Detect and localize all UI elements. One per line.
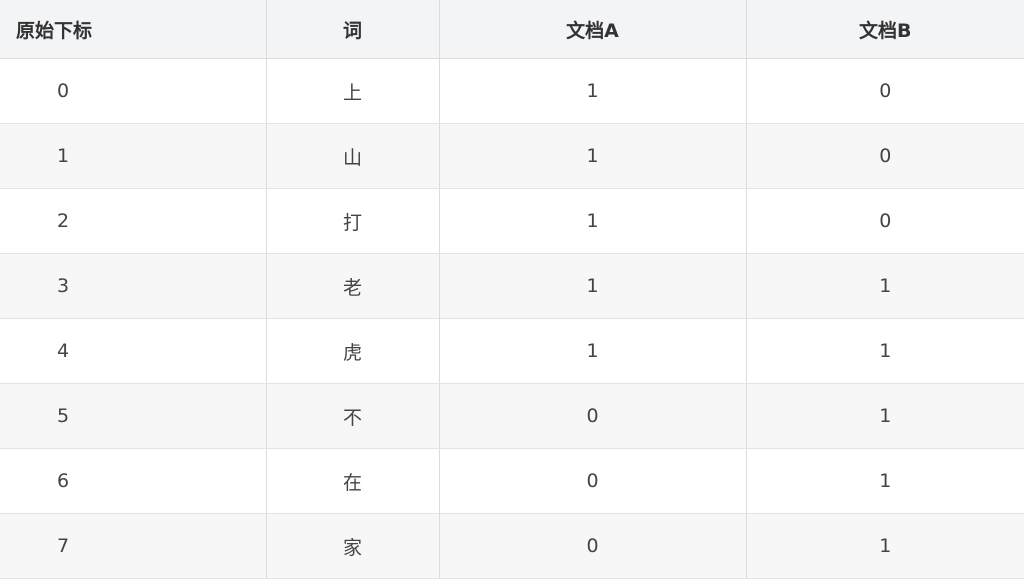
header-doc-a: 文档A <box>439 0 747 59</box>
cell-word: 不 <box>266 383 440 449</box>
cell-doc-a: 1 <box>439 123 747 189</box>
cell-doc-b: 1 <box>746 253 1024 319</box>
cell-index: 4 <box>0 318 267 384</box>
cell-index: 7 <box>0 513 267 579</box>
cell-word: 虎 <box>266 318 440 384</box>
vocabulary-table: 原始下标 词 文档A 文档B 0 上 1 0 1 山 1 0 2 打 1 0 3… <box>0 0 1024 579</box>
cell-word: 山 <box>266 123 440 189</box>
cell-doc-b: 0 <box>746 188 1024 254</box>
cell-doc-b: 0 <box>746 123 1024 189</box>
cell-doc-b: 1 <box>746 383 1024 449</box>
cell-doc-a: 1 <box>439 318 747 384</box>
cell-index: 6 <box>0 448 267 514</box>
table-row: 7 家 0 1 <box>0 513 1024 579</box>
table-row: 6 在 0 1 <box>0 448 1024 514</box>
table-row: 5 不 0 1 <box>0 383 1024 449</box>
table-body: 0 上 1 0 1 山 1 0 2 打 1 0 3 老 1 1 4 虎 1 1 <box>0 58 1024 579</box>
cell-doc-a: 1 <box>439 188 747 254</box>
cell-doc-b: 1 <box>746 448 1024 514</box>
cell-index: 2 <box>0 188 267 254</box>
cell-word: 老 <box>266 253 440 319</box>
cell-index: 1 <box>0 123 267 189</box>
cell-doc-b: 1 <box>746 513 1024 579</box>
cell-index: 3 <box>0 253 267 319</box>
cell-doc-a: 1 <box>439 253 747 319</box>
cell-doc-b: 1 <box>746 318 1024 384</box>
cell-word: 在 <box>266 448 440 514</box>
table-row: 3 老 1 1 <box>0 253 1024 319</box>
table-row: 0 上 1 0 <box>0 58 1024 124</box>
cell-word: 打 <box>266 188 440 254</box>
cell-index: 0 <box>0 58 267 124</box>
header-doc-b: 文档B <box>746 0 1024 59</box>
table-header: 原始下标 词 文档A 文档B <box>0 0 1024 59</box>
cell-doc-a: 1 <box>439 58 747 124</box>
header-original-index: 原始下标 <box>0 0 267 59</box>
cell-doc-a: 0 <box>439 513 747 579</box>
table-row: 2 打 1 0 <box>0 188 1024 254</box>
cell-word: 上 <box>266 58 440 124</box>
cell-doc-a: 0 <box>439 383 747 449</box>
cell-doc-a: 0 <box>439 448 747 514</box>
table-row: 1 山 1 0 <box>0 123 1024 189</box>
cell-word: 家 <box>266 513 440 579</box>
header-row: 原始下标 词 文档A 文档B <box>0 0 1024 59</box>
cell-doc-b: 0 <box>746 58 1024 124</box>
cell-index: 5 <box>0 383 267 449</box>
table-row: 4 虎 1 1 <box>0 318 1024 384</box>
header-word: 词 <box>266 0 440 59</box>
